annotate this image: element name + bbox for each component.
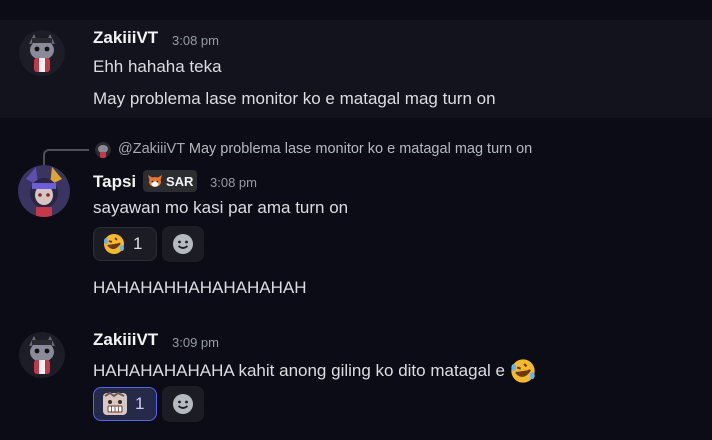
add-reaction-button[interactable] bbox=[162, 226, 204, 262]
fox-icon bbox=[147, 173, 163, 189]
server-tag-label: SAR bbox=[166, 173, 194, 189]
reaction-button[interactable]: 1 bbox=[93, 227, 157, 261]
message-line: sayawan mo kasi par ama turn on bbox=[93, 198, 349, 217]
message-tapsi[interactable]: @ZakiiiVT May problema lase monitor ko e… bbox=[0, 136, 712, 306]
rolling-on-floor-laughing-icon bbox=[509, 357, 537, 385]
reply-text: May problema lase monitor ko e matagal m… bbox=[188, 141, 533, 157]
reply-spine bbox=[43, 149, 89, 165]
reply-avatar bbox=[95, 142, 111, 158]
message-text: HAHAHAHAHAHA kahit anong giling ko dito … bbox=[93, 361, 505, 380]
reply-preview[interactable]: @ZakiiiVT May problema lase monitor ko e… bbox=[118, 141, 532, 157]
author-name[interactable]: ZakiiiVT bbox=[93, 330, 158, 350]
rolling-on-floor-laughing-icon bbox=[102, 232, 126, 256]
message-line: HAHAHAHHAHAHAHAHAH bbox=[93, 278, 307, 297]
message-line: Ehh hahaha teka bbox=[93, 57, 222, 76]
add-reaction-icon bbox=[172, 393, 194, 415]
timestamp[interactable]: 3:08 pm bbox=[210, 175, 257, 190]
reaction-count: 1 bbox=[133, 234, 143, 253]
timestamp[interactable]: 3:09 pm bbox=[172, 335, 219, 350]
message-line: May problema lase monitor ko e matagal m… bbox=[93, 89, 496, 108]
reaction-button[interactable]: 1 bbox=[93, 387, 157, 421]
timestamp[interactable]: 3:08 pm bbox=[172, 33, 219, 48]
author-name[interactable]: Tapsi bbox=[93, 172, 136, 192]
reaction-count: 1 bbox=[135, 394, 145, 413]
custom-grimace-emote-icon bbox=[102, 391, 128, 416]
server-tag[interactable]: SAR bbox=[143, 170, 198, 192]
message-zakiiivt-2[interactable]: ZakiiiVT 3:09 pm HAHAHAHAHAHA kahit anon… bbox=[0, 322, 712, 440]
author-name[interactable]: ZakiiiVT bbox=[93, 28, 158, 48]
user-avatar[interactable] bbox=[19, 30, 65, 76]
add-reaction-icon bbox=[172, 233, 194, 255]
user-avatar[interactable] bbox=[18, 165, 70, 217]
reply-mention[interactable]: @ZakiiiVT bbox=[118, 141, 185, 157]
message-zakiiivt-1[interactable]: ZakiiiVT 3:08 pm Ehh hahaha teka May pro… bbox=[0, 20, 712, 118]
add-reaction-button[interactable] bbox=[162, 386, 204, 422]
message-line: HAHAHAHAHAHA kahit anong giling ko dito … bbox=[93, 357, 537, 385]
user-avatar[interactable] bbox=[19, 332, 65, 378]
